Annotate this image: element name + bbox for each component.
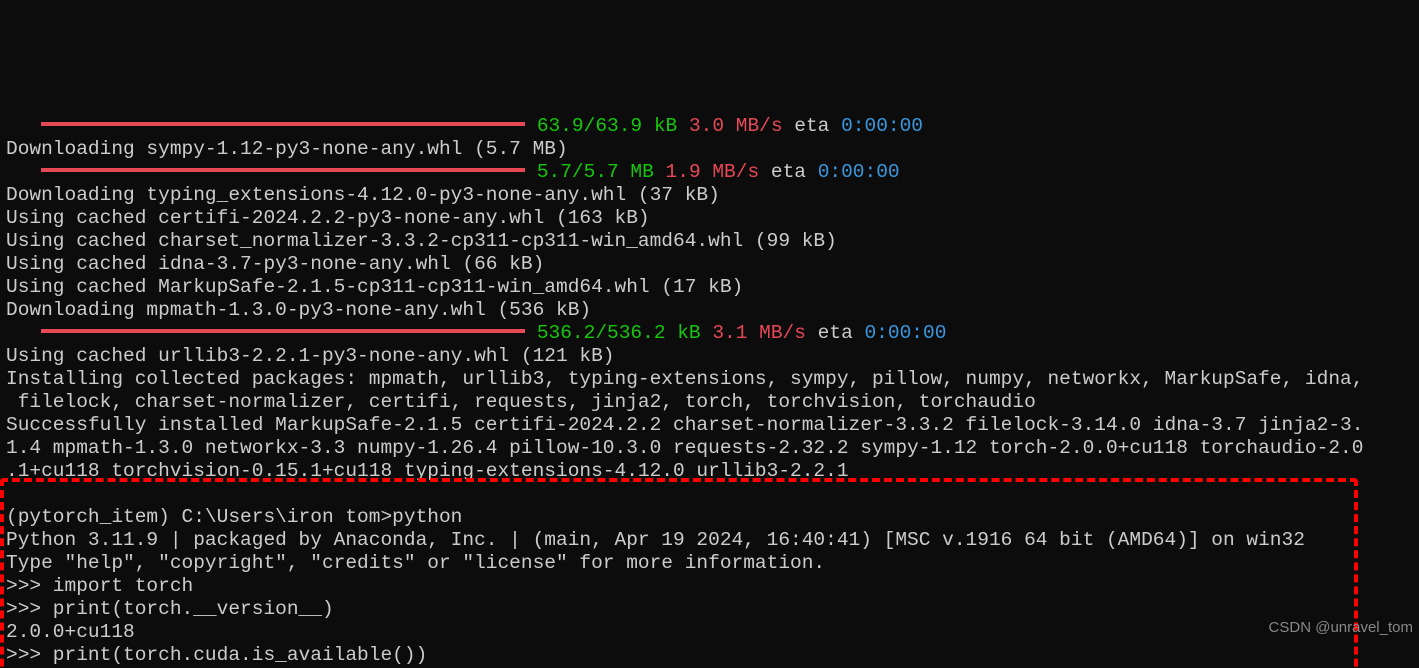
- output-line: Downloading mpmath-1.3.0-py3-none-any.wh…: [6, 299, 591, 321]
- output-line: Using cached MarkupSafe-2.1.5-cp311-cp31…: [6, 276, 743, 298]
- progress-line: 536.2/536.2 kB 3.1 MB/s eta 0:00:00: [6, 322, 946, 344]
- output-line: Downloading sympy-1.12-py3-none-any.whl …: [6, 138, 568, 160]
- output-line: Python 3.11.9 | packaged by Anaconda, In…: [6, 529, 1305, 551]
- output-line: Successfully installed MarkupSafe-2.1.5 …: [6, 414, 1363, 482]
- output-line: Installing collected packages: mpmath, u…: [6, 368, 1363, 413]
- terminal[interactable]: 63.9/63.9 kB 3.0 MB/s eta 0:00:00 Downlo…: [0, 115, 1419, 668]
- watermark: CSDN @unravel_tom: [1269, 616, 1413, 639]
- repl-input: >>> print(torch.cuda.is_available()): [6, 644, 427, 666]
- repl-output: True: [6, 667, 53, 668]
- repl-input: >>> import torch: [6, 575, 193, 597]
- repl-output: 2.0.0+cu118: [6, 621, 135, 643]
- output-line: Downloading typing_extensions-4.12.0-py3…: [6, 184, 720, 206]
- output-line: Using cached idna-3.7-py3-none-any.whl (…: [6, 253, 544, 275]
- progress-line: 63.9/63.9 kB 3.0 MB/s eta 0:00:00: [6, 115, 923, 137]
- repl-input: >>> print(torch.__version__): [6, 598, 334, 620]
- output-line: Using cached charset_normalizer-3.3.2-cp…: [6, 230, 837, 252]
- progress-line: 5.7/5.7 MB 1.9 MB/s eta 0:00:00: [6, 161, 900, 183]
- output-line: Using cached urllib3-2.2.1-py3-none-any.…: [6, 345, 615, 367]
- output-line: Type "help", "copyright", "credits" or "…: [6, 552, 825, 574]
- shell-prompt: (pytorch_item) C:\Users\iron tom>python: [6, 506, 462, 528]
- output-line: Using cached certifi-2024.2.2-py3-none-a…: [6, 207, 650, 229]
